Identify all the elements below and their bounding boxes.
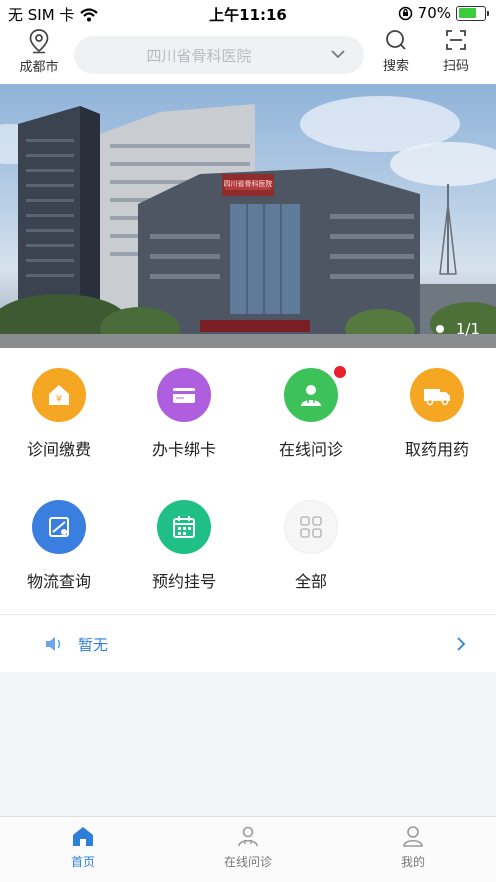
tab-mine-label: 我的 — [400, 855, 425, 869]
scan-button[interactable]: 扫码 — [434, 28, 478, 74]
location-label: 成都市 — [19, 60, 59, 75]
pager-text: 1/1 — [455, 320, 480, 338]
service-logistics[interactable]: 物流查询 — [4, 500, 114, 592]
banner-pager: 1/1 — [435, 320, 480, 338]
notification-badge — [334, 366, 346, 378]
battery-percent: 70% — [417, 4, 451, 22]
scan-icon — [446, 30, 466, 50]
speaker-icon — [46, 637, 61, 651]
status-bar: 无 SIM 卡 上午11:16 70% — [0, 0, 496, 26]
search-button-label: 搜索 — [382, 59, 409, 74]
grid-icon — [284, 500, 338, 554]
location-button[interactable]: 成都市 — [14, 28, 64, 75]
doctor-icon — [238, 826, 258, 847]
truck-icon — [410, 368, 464, 422]
pager-dot — [435, 325, 444, 333]
service-label: 取药用药 — [404, 440, 469, 459]
tab-mine[interactable]: 我的 — [363, 825, 463, 870]
chevron-right-icon — [457, 637, 466, 651]
person-icon — [403, 826, 423, 847]
scan-button-label: 扫码 — [442, 59, 469, 74]
service-label: 诊间缴费 — [26, 440, 91, 459]
service-grid: ¥ 诊间缴费 办卡绑卡 在线问诊 取药用药 物流查询 预约挂号 全部 — [0, 348, 496, 614]
search-icon — [386, 30, 406, 50]
service-label: 在线问诊 — [278, 440, 343, 459]
service-medicine[interactable]: 取药用药 — [382, 368, 492, 460]
notice-text: 暂无 — [78, 636, 109, 654]
hospital-selector[interactable]: 四川省骨科医院 — [74, 36, 364, 74]
service-label: 办卡绑卡 — [151, 440, 216, 459]
banner-sign-text: 四川省骨科医院 — [223, 180, 273, 188]
svg-text:¥: ¥ — [56, 394, 62, 405]
service-label: 预约挂号 — [151, 572, 216, 591]
service-label: 全部 — [294, 572, 327, 591]
calendar-icon — [157, 500, 211, 554]
notice-bar[interactable]: 暂无 — [0, 614, 496, 672]
orientation-lock-icon — [398, 6, 412, 20]
service-all[interactable]: 全部 — [256, 500, 366, 592]
header: 成都市 四川省骨科医院 搜索 扫码 — [0, 26, 496, 84]
search-button[interactable]: 搜索 — [374, 28, 418, 74]
location-pin-icon — [29, 29, 49, 54]
chevron-down-icon — [331, 50, 345, 59]
tab-bar: 首页 在线问诊 我的 — [0, 816, 496, 882]
yuan-house-icon: ¥ — [32, 368, 86, 422]
logistics-icon — [32, 500, 86, 554]
banner-carousel[interactable]: 四川省骨科医院 1/1 — [0, 84, 496, 348]
hospital-selector-text: 四川省骨科医院 — [146, 47, 252, 65]
hospital-building-image — [0, 96, 496, 348]
service-label: 物流查询 — [26, 572, 91, 591]
tab-home[interactable]: 首页 — [33, 825, 133, 870]
service-appointment[interactable]: 预约挂号 — [129, 500, 239, 592]
service-card-binding[interactable]: 办卡绑卡 — [129, 368, 239, 460]
tab-home-label: 首页 — [70, 855, 95, 869]
card-icon — [157, 368, 211, 422]
battery-icon — [456, 5, 489, 21]
tab-consult-label: 在线问诊 — [223, 855, 272, 869]
service-clinic-payment[interactable]: ¥ 诊间缴费 — [4, 368, 114, 460]
service-online-consult[interactable]: 在线问诊 — [256, 366, 366, 460]
home-icon — [73, 827, 93, 846]
doctor-icon — [284, 366, 346, 422]
tab-online-consult[interactable]: 在线问诊 — [198, 825, 298, 870]
